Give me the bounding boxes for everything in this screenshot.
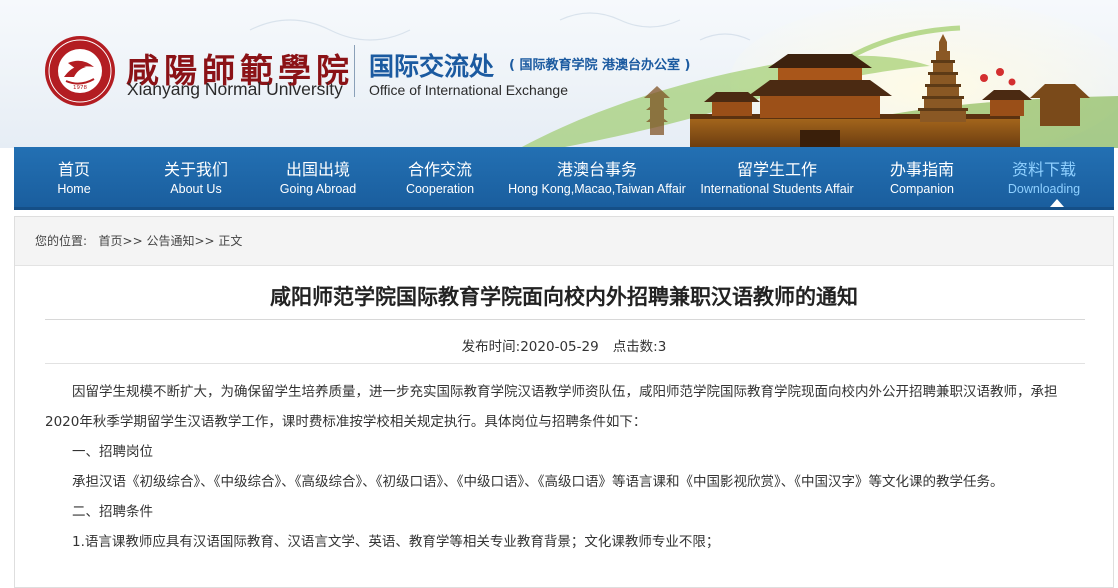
article-paragraph: 1.语言课教师应具有汉语国际教育、汉语言文学、英语、教育学等相关专业教育背景；文… [72, 534, 720, 550]
university-seal-logo[interactable]: 1978 [44, 35, 116, 107]
breadcrumb-separator: >> [194, 234, 215, 248]
seal-year: 1978 [73, 85, 87, 91]
breadcrumb-home-link[interactable]: 首页 [99, 234, 123, 248]
nav-label-cn: 港澳台事务 [556, 160, 637, 179]
article-title: 咸阳师范学院国际教育学院面向校内外招聘兼职汉语教师的通知 [270, 285, 858, 309]
site-header: 1978 咸陽師範學院 Xianyang Normal University 国… [0, 0, 1118, 148]
nav-label-cn: 留学生工作 [736, 160, 817, 179]
nav-item-home[interactable]: 首页 Home [14, 147, 134, 207]
nav-label-en: Downloading [1007, 182, 1081, 196]
article-body: 因留学生规模不断扩大，为确保留学生培养质量，进一步充实国际教育学院汉语教学师资队… [45, 377, 1085, 557]
nav-item-international-students[interactable]: 留学生工作 International Students Affair [693, 147, 861, 207]
breadcrumb: 您的位置: 首页>> 公告通知>> 正文 [15, 217, 1113, 266]
office-subtitle: ( 国际教育学院 港澳台办公室 ) [509, 58, 691, 73]
nav-label-cn: 首页 [57, 160, 90, 179]
meta-divider [45, 363, 1085, 364]
main-navigation: 首页 Home 关于我们 About Us 出国出境 Going Abroad … [14, 147, 1114, 210]
nav-label-en: About Us [170, 182, 222, 196]
publish-date: 2020-05-29 [520, 339, 599, 355]
nav-label-en: Companion [890, 182, 954, 196]
article-meta: 发布时间:2020-05-29 点击数:3 [15, 335, 1113, 355]
nav-item-about-us[interactable]: 关于我们 About Us [135, 147, 257, 207]
active-nav-pointer-icon [1050, 199, 1064, 207]
article-panel: 您的位置: 首页>> 公告通知>> 正文 咸阳师范学院国际教育学院面向校内外招聘… [14, 216, 1114, 588]
nav-label-cn: 合作交流 [407, 160, 472, 179]
click-count: 3 [657, 339, 667, 355]
nav-label-en: Cooperation [405, 182, 475, 196]
nav-label-cn: 资料下载 [1011, 160, 1076, 179]
breadcrumb-current: 正文 [218, 234, 243, 248]
breadcrumb-prefix: 您的位置: [35, 234, 88, 248]
nav-label-cn: 出国出境 [285, 160, 350, 179]
university-name-english: Xianyang Normal University [127, 79, 343, 99]
breadcrumb-separator: >> [122, 234, 143, 248]
nav-label-en: Going Abroad [279, 182, 357, 196]
nav-label-cn: 办事指南 [889, 160, 954, 179]
article-heading: 一、招聘岗位 [72, 444, 153, 460]
nav-item-going-abroad[interactable]: 出国出境 Going Abroad [257, 147, 379, 207]
nav-item-hk-macao-taiwan[interactable]: 港澳台事务 Hong Kong,Macao,Taiwan Affair [501, 147, 693, 207]
nav-item-cooperation[interactable]: 合作交流 Cooperation [379, 147, 501, 207]
click-count-label: 点击数: [612, 339, 658, 355]
nav-item-companion[interactable]: 办事指南 Companion [861, 147, 983, 207]
nav-item-downloading[interactable]: 资料下载 Downloading [983, 147, 1105, 207]
article-paragraph: 因留学生规模不断扩大，为确保留学生培养质量，进一步充实国际教育学院汉语教学师资队… [45, 384, 1058, 430]
nav-label-cn: 关于我们 [163, 160, 228, 179]
publish-date-label: 发布时间: [461, 339, 521, 355]
breadcrumb-notices-link[interactable]: 公告通知 [146, 234, 194, 248]
header-divider [354, 45, 355, 97]
nav-label-en: International Students Affair [700, 182, 854, 196]
title-divider [45, 319, 1085, 320]
office-name-english: Office of International Exchange [369, 82, 568, 98]
nav-label-en: Home [57, 182, 91, 196]
article-paragraph: 承担汉语《初级综合》、《中级综合》、《高级综合》、《初级口语》、《中级口语》、《… [72, 474, 1004, 490]
nav-label-en: Hong Kong,Macao,Taiwan Affair [508, 182, 686, 196]
office-name-chinese: 国际交流处 [369, 52, 495, 81]
article-heading: 二、招聘条件 [72, 504, 153, 520]
